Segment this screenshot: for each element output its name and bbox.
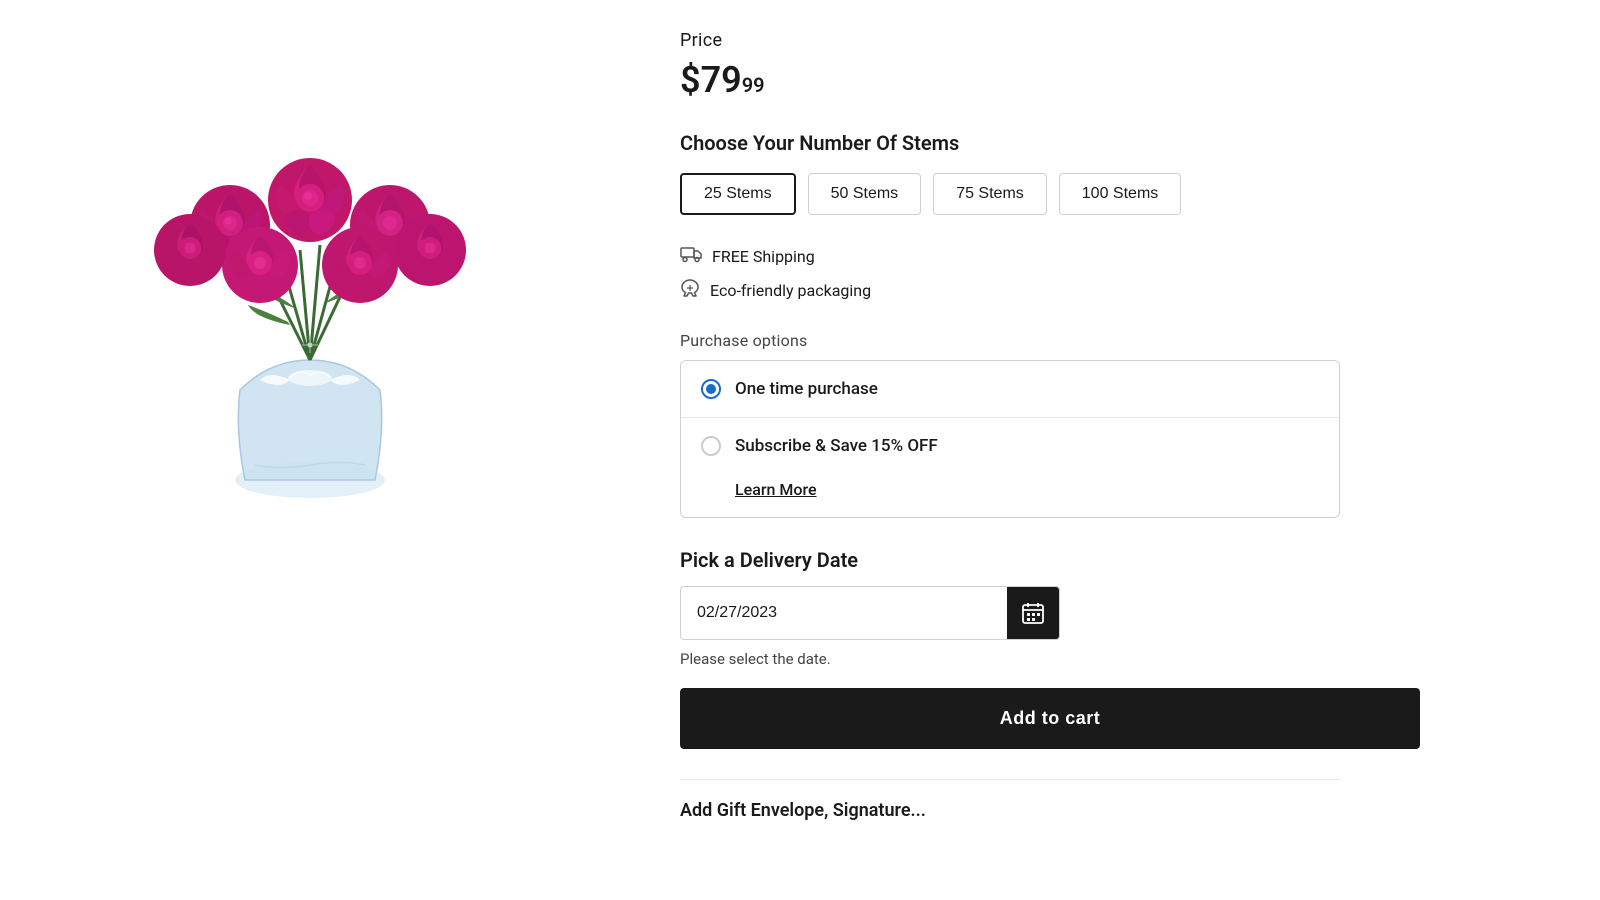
price-label: Price: [680, 30, 1340, 51]
additional-section-title: Add Gift Envelope, Signature...: [680, 800, 1340, 821]
delivery-date-title: Pick a Delivery Date: [680, 548, 1340, 572]
stems-section-title: Choose Your Number Of Stems: [680, 131, 1340, 155]
purchase-options-box: One time purchase Subscribe & Save 15% O…: [680, 360, 1340, 518]
stem-option-50[interactable]: 50 Stems: [808, 173, 922, 215]
section-divider: [680, 779, 1340, 780]
feature-eco: Eco-friendly packaging: [680, 278, 1340, 303]
price-cents: 99: [742, 75, 765, 95]
calendar-icon: [1022, 602, 1044, 624]
stem-option-25[interactable]: 25 Stems: [680, 173, 796, 215]
date-input[interactable]: [681, 590, 1007, 636]
product-image-section: [0, 20, 620, 880]
price-value: $7999: [680, 59, 1340, 101]
subscribe-label: Subscribe & Save 15% OFF: [735, 436, 938, 456]
shipping-text: FREE Shipping: [712, 247, 815, 266]
stems-options-group: 25 Stems 50 Stems 75 Stems 100 Stems: [680, 173, 1340, 215]
eco-text: Eco-friendly packaging: [710, 281, 871, 300]
date-helper-text: Please select the date.: [680, 650, 1340, 668]
one-time-radio[interactable]: [701, 379, 721, 399]
delivery-date-section: Pick a Delivery Date: [680, 548, 1340, 668]
price-whole: $79: [680, 59, 742, 101]
stem-option-100[interactable]: 100 Stems: [1059, 173, 1181, 215]
subscribe-top: Subscribe & Save 15% OFF: [701, 436, 938, 456]
date-input-wrapper: [680, 586, 1060, 640]
add-to-cart-button[interactable]: Add to cart: [680, 688, 1420, 749]
one-time-label: One time purchase: [735, 379, 878, 399]
one-time-purchase-row[interactable]: One time purchase: [681, 361, 1339, 418]
shipping-icon: [680, 245, 702, 268]
eco-icon: [680, 278, 700, 303]
learn-more-link[interactable]: Learn More: [735, 480, 817, 499]
product-image: [60, 50, 560, 550]
stem-option-75[interactable]: 75 Stems: [933, 173, 1047, 215]
product-image-wrapper: [50, 40, 570, 560]
features-list: FREE Shipping Eco-friendly packaging: [680, 245, 1340, 303]
subscribe-save-row[interactable]: Subscribe & Save 15% OFF Learn More: [681, 418, 1339, 517]
subscribe-radio[interactable]: [701, 436, 721, 456]
calendar-button[interactable]: [1007, 587, 1059, 639]
feature-shipping: FREE Shipping: [680, 245, 1340, 268]
purchase-options-label: Purchase options: [680, 331, 1340, 350]
product-details-section: Price $7999 Choose Your Number Of Stems …: [620, 20, 1400, 880]
